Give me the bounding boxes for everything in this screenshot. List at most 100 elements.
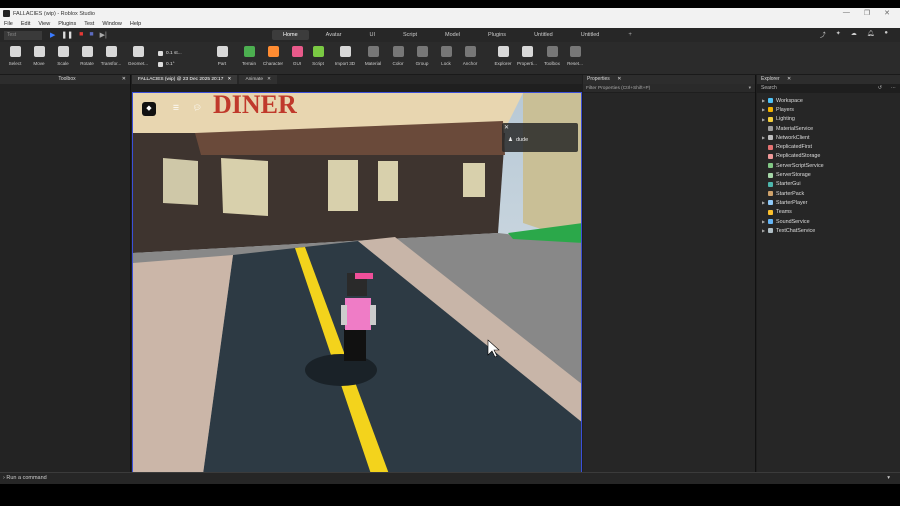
share-icon[interactable]: ⤴ — [820, 30, 826, 39]
replicatedfirst-icon — [768, 144, 773, 150]
tool-lock-button[interactable]: Lock — [433, 46, 459, 66]
serverstorage-icon — [768, 172, 773, 178]
play-icon[interactable]: ▶ — [50, 31, 55, 39]
explorer-item-startergui[interactable]: StarterGui — [757, 180, 900, 189]
pause-icon[interactable]: ❚❚ — [61, 31, 73, 39]
tool-anchor-button[interactable]: Anchor — [457, 46, 483, 66]
explorer-item-lighting[interactable]: ▶ Lighting — [757, 115, 900, 124]
roblox-menu-button[interactable]: ◆ — [142, 102, 156, 116]
tool-reset-button[interactable]: Reset... — [562, 46, 588, 66]
tab-avatar[interactable]: Avatar — [315, 30, 353, 40]
tab-ui[interactable]: UI — [358, 30, 386, 40]
assistant-icon[interactable]: ✦ — [836, 30, 841, 39]
tool-transfor-button[interactable]: Transfor... — [98, 46, 124, 66]
tool-part-button[interactable]: Part — [209, 46, 235, 66]
tool-group-button[interactable]: Group — [409, 46, 435, 66]
tab-script[interactable]: Script — [392, 30, 428, 40]
explorer-item-materialservice[interactable]: MaterialService — [757, 124, 900, 133]
rotate-snap-value[interactable]: 0.1° — [166, 59, 175, 70]
cloud-icon[interactable]: ☁ — [851, 30, 857, 39]
close-properties-icon[interactable]: ✕ — [617, 76, 621, 82]
tool-rotate-button[interactable]: Rotate — [74, 46, 100, 66]
tab-untitled-1[interactable]: Untitled — [523, 30, 564, 40]
tool-properti-button[interactable]: Properti... — [514, 46, 540, 66]
menu-window[interactable]: Window — [102, 21, 122, 27]
close-explorer-icon[interactable]: ✕ — [787, 76, 791, 82]
avatar[interactable]: ● — [884, 30, 888, 39]
tool-move-button[interactable]: Move — [26, 46, 52, 66]
menu-view[interactable]: View — [38, 21, 50, 27]
tool-import-3d-button[interactable]: Import 3D — [332, 46, 358, 66]
3d-viewport[interactable]: DINER ◆ ☰ 💬︎ ✕ ♟ dude — [132, 92, 582, 473]
menu-bar: File Edit View Plugins Test Window Help — [0, 19, 900, 28]
tool-label: Anchor — [462, 61, 478, 66]
explorer-item-serverstorage[interactable]: ServerStorage — [757, 170, 900, 179]
close-popup-icon[interactable]: ✕ — [504, 124, 509, 131]
tool-scale-button[interactable]: Scale — [50, 46, 76, 66]
move-snap-checkbox[interactable] — [158, 51, 163, 56]
tool-geomet-button[interactable]: Geomet... — [125, 46, 151, 66]
properties-filter-input[interactable]: Filter Properties (Ctrl+Shift+P) ▾ — [583, 84, 755, 93]
explorer-item-textchatservice[interactable]: ▶ TextChatService — [757, 226, 900, 235]
menu-help[interactable]: Help — [130, 21, 141, 27]
test-mode-dropdown[interactable]: Test — [4, 30, 42, 40]
explorer-item-replicatedstorage[interactable]: ReplicatedStorage — [757, 152, 900, 161]
tool-label: Material — [364, 61, 382, 66]
tool-character-button[interactable]: Character — [260, 46, 286, 66]
tool-script-button[interactable]: Script — [305, 46, 331, 66]
restore-button[interactable]: ❐ — [864, 9, 870, 17]
chat-icon[interactable]: 💬︎ — [190, 102, 204, 116]
explorer-item-teams[interactable]: Teams — [757, 208, 900, 217]
menu-plugins[interactable]: Plugins — [58, 21, 76, 27]
explorer-item-label: Players — [776, 106, 794, 113]
tool-select-button[interactable]: Select — [2, 46, 28, 66]
explorer-item-starterpack[interactable]: StarterPack — [757, 189, 900, 198]
explorer-item-replicatedfirst[interactable]: ReplicatedFirst — [757, 142, 900, 151]
explorer-item-networkclient[interactable]: ▶ NetworkClient — [757, 133, 900, 142]
tab-untitled-2[interactable]: Untitled — [570, 30, 611, 40]
rotate-snap-checkbox[interactable] — [158, 62, 163, 67]
more-icon[interactable]: ⋯ — [891, 84, 896, 93]
tool-label: Select — [8, 61, 22, 66]
notifications-icon[interactable]: 🔔︎ — [867, 30, 875, 39]
properties-header: Properties ✕ — [583, 75, 755, 84]
chevron-down-icon[interactable]: ▾ — [749, 84, 751, 93]
stop-icon[interactable]: ■ — [79, 31, 83, 39]
history-icon[interactable]: ↺ — [878, 84, 882, 93]
doc-tab-place[interactable]: FALLACIES (wip) @ 23 Dec 2025 20:17 ✕ — [132, 75, 238, 84]
explorer-item-serverscriptservice[interactable]: ServerScriptService — [757, 161, 900, 170]
add-tab-icon[interactable]: + — [628, 32, 632, 38]
step-icon[interactable]: ▶| — [100, 31, 107, 39]
move-snap-value[interactable]: 0.1 st... — [166, 48, 182, 59]
tool-move-icon — [33, 46, 45, 57]
client-server-icon[interactable]: ■ — [89, 31, 93, 39]
menu-file[interactable]: File — [4, 21, 13, 27]
command-bar[interactable]: › Run a command ▾ — [0, 472, 900, 484]
tab-model[interactable]: Model — [434, 30, 471, 40]
tool-explorer-button[interactable]: Explorer — [490, 46, 516, 66]
close-animate-tab-icon[interactable]: ✕ — [267, 75, 271, 84]
explorer-item-soundservice[interactable]: ▶ SoundService — [757, 217, 900, 226]
close-toolbox-icon[interactable]: ✕ — [122, 75, 126, 84]
player-name[interactable]: dude — [516, 137, 528, 143]
close-window-button[interactable]: ✕ — [884, 9, 890, 17]
explorer-item-players[interactable]: ▶ Players — [757, 105, 900, 114]
explorer-item-starterplayer[interactable]: ▶ StarterPlayer — [757, 198, 900, 207]
explorer-item-label: ServerStorage — [776, 172, 811, 179]
command-history-chevron-icon[interactable]: ▾ — [887, 473, 890, 484]
tab-plugins[interactable]: Plugins — [477, 30, 517, 40]
doc-tab-animate[interactable]: Animate ✕ — [239, 75, 278, 84]
hamburger-menu-icon[interactable]: ☰ — [169, 102, 183, 116]
tool-terrain-button[interactable]: Terrain — [236, 46, 262, 66]
explorer-item-label: StarterPlayer — [776, 199, 808, 206]
tool-material-button[interactable]: Material — [360, 46, 386, 66]
explorer-search-input[interactable]: Search ↺ ⋯ — [757, 84, 900, 93]
menu-edit[interactable]: Edit — [21, 21, 30, 27]
minimize-button[interactable]: — — [843, 9, 850, 17]
tool-color-button[interactable]: Color — [385, 46, 411, 66]
explorer-tree: ▶ Workspace ▶ Players ▶ Lighting MaterialServi… — [757, 93, 900, 235]
explorer-item-workspace[interactable]: ▶ Workspace — [757, 96, 900, 105]
tab-home[interactable]: Home — [272, 30, 309, 40]
menu-test[interactable]: Test — [84, 21, 94, 27]
close-doc-tab-icon[interactable]: ✕ — [227, 75, 231, 84]
